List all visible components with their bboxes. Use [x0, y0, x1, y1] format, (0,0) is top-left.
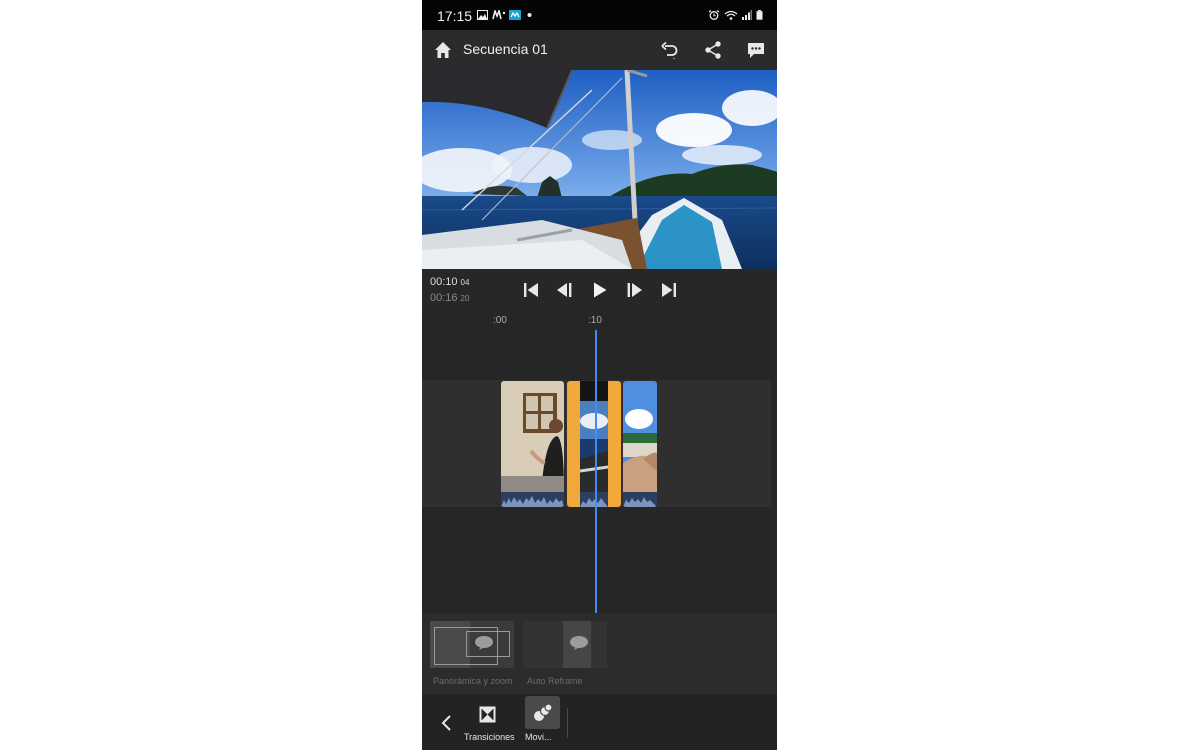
total-frames: 20 [460, 294, 470, 303]
clip-thumbnail [580, 381, 608, 507]
step-back-icon[interactable] [556, 281, 574, 299]
wifi-icon [724, 10, 738, 20]
step-forward-icon[interactable] [625, 281, 643, 299]
timeline[interactable]: :00 :10 [422, 313, 777, 613]
clip-waveform [580, 492, 608, 507]
current-timecode: 00:10 04 [430, 276, 469, 288]
timeline-clip[interactable] [623, 381, 657, 507]
timeline-clip-selected[interactable] [567, 381, 621, 507]
comment-icon[interactable] [745, 39, 767, 61]
undo-icon[interactable] [658, 39, 680, 61]
clip-waveform [501, 492, 564, 507]
home-icon[interactable] [432, 39, 454, 61]
total-time: 00:16 [430, 292, 458, 304]
tool-motion[interactable] [525, 696, 560, 729]
tool-motion-label: Movi... [525, 732, 552, 742]
status-time: 17:15 [437, 8, 473, 24]
signal-icon [742, 10, 752, 20]
battery-icon [756, 10, 763, 20]
carrier-app-icon [509, 10, 521, 20]
transitions-icon [479, 706, 496, 723]
ruler-label-start: :00 [493, 315, 507, 326]
clip-thumbnail [623, 381, 657, 507]
sequence-title: Secuencia 01 [463, 41, 548, 57]
preset-auto-reframe[interactable] [523, 621, 607, 668]
motion-icon [534, 703, 553, 721]
tool-transitions-label: Transiciones [464, 732, 515, 742]
skip-to-start-icon[interactable] [522, 281, 540, 299]
carrier-m-icon [492, 10, 506, 20]
playback-controls: 00:10 04 00:16 20 [422, 269, 777, 313]
timeline-clip[interactable] [501, 381, 564, 507]
preset-auto-reframe-label: Auto Reframe [527, 676, 583, 686]
share-icon[interactable] [702, 39, 724, 61]
total-timecode: 00:16 20 [430, 292, 469, 304]
preset-pan-zoom[interactable] [430, 621, 514, 668]
clip-waveform [623, 492, 657, 507]
dot-icon [527, 13, 532, 17]
chevron-left-icon[interactable] [440, 714, 454, 732]
clip-thumbnail [501, 381, 564, 507]
ruler-label-ten: :10 [588, 315, 602, 326]
motion-presets-panel: Panorámica y zoom Auto Reframe [422, 613, 777, 693]
alarm-icon [708, 10, 720, 20]
playhead[interactable] [595, 330, 597, 613]
status-bar: 17:15 [422, 0, 777, 30]
current-time: 00:10 [430, 276, 458, 288]
phone-screen: 17:15 Secuencia 01 00:10 04 00:16 20:00… [422, 0, 777, 750]
comment-bubble-icon [475, 636, 493, 650]
preset-pan-zoom-label: Panorámica y zoom [433, 676, 513, 686]
current-frames: 04 [460, 278, 470, 287]
comment-bubble-icon [570, 636, 588, 650]
preview-frame-image [422, 70, 777, 269]
app-bar: Secuencia 01 [422, 30, 777, 70]
video-preview[interactable] [422, 70, 777, 269]
skip-to-end-icon[interactable] [660, 281, 678, 299]
bottom-toolbar: Transiciones Movi... [422, 693, 777, 750]
image-icon [477, 10, 488, 20]
toolbar-divider [567, 708, 568, 738]
play-icon[interactable] [591, 281, 609, 299]
